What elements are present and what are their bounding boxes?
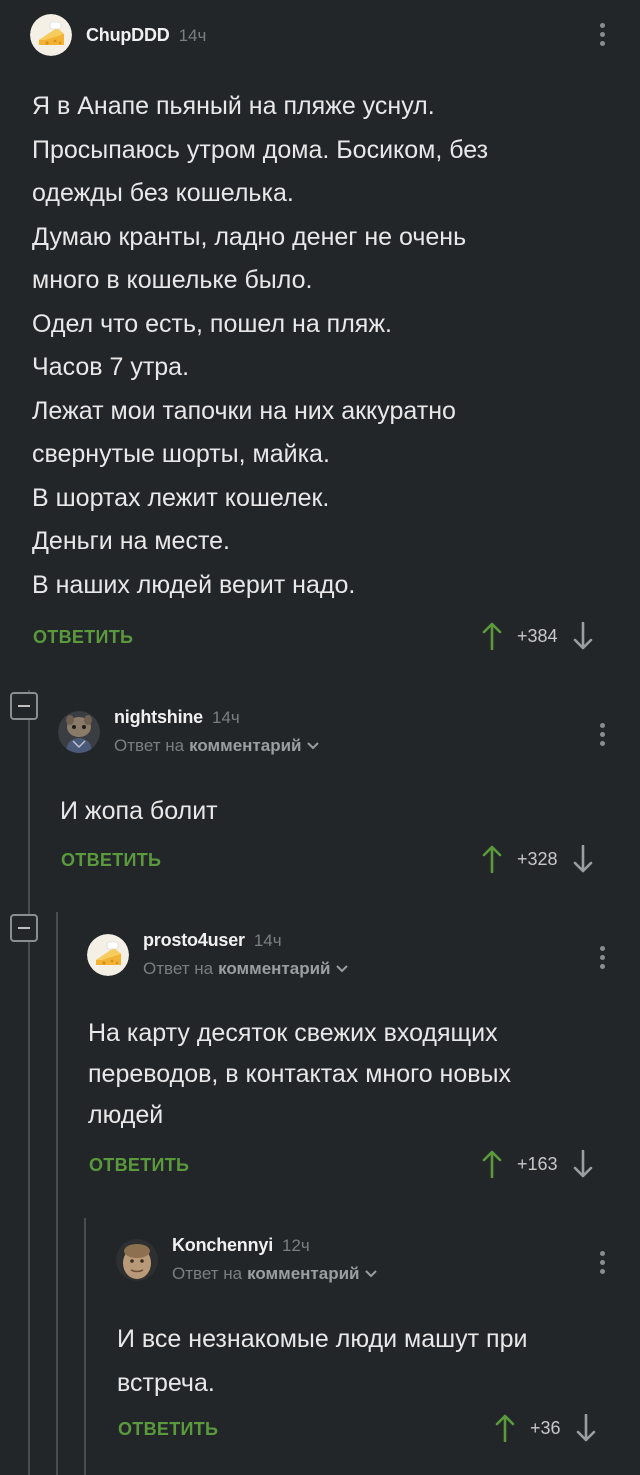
text-line: В шортах лежит кошелек. (32, 483, 330, 512)
vote-controls: +328 (481, 845, 594, 873)
comment-text: И жопа болит (60, 790, 620, 834)
upvote-arrow-icon[interactable] (481, 845, 503, 873)
rating-score: +384 (517, 625, 558, 646)
face-avatar[interactable] (116, 1238, 158, 1281)
text-line: И жопа болит (60, 797, 218, 825)
text-line: встреча. (117, 1368, 215, 1397)
text-line: Лежат мои тапочки на них аккуратно (32, 396, 456, 425)
reply-button[interactable]: ОТВЕТИТЬ (33, 627, 133, 648)
cheese-avatar[interactable] (87, 933, 129, 976)
text-line: Деньги на месте. (32, 527, 230, 555)
reply-to-link[interactable]: комментарий (247, 1264, 359, 1284)
downvote-arrow-icon[interactable] (572, 622, 594, 650)
timestamp: 14ч (178, 25, 207, 45)
text-line: На карту десяток свежих входящих (88, 1019, 498, 1047)
username[interactable]: prosto4user (143, 930, 245, 951)
reply-to-prefix: Ответ на (143, 959, 214, 978)
text-line: Часов 7 утра. (32, 353, 190, 381)
text-line: В наших людей верит надо. (32, 570, 356, 599)
thread-line-level-2 (56, 912, 58, 1475)
upvote-arrow-icon[interactable] (494, 1414, 516, 1442)
downvote-arrow-icon[interactable] (575, 1414, 597, 1442)
text-line: Я в Анапе пьяный на пляже уснул. (32, 92, 435, 120)
downvote-arrow-icon[interactable] (572, 845, 594, 873)
thread-line-level-3 (84, 1218, 86, 1475)
text-line: И все незнакомые люди машут при (117, 1325, 528, 1353)
comment-header: Konchennyi 12ч Ответ на комментарий (116, 1235, 378, 1284)
comment-text: И все незнакомые люди машут при встреча. (117, 1318, 627, 1405)
more-options-icon[interactable] (597, 1251, 607, 1278)
cheese-avatar[interactable] (30, 14, 72, 56)
text-line: свернутые шорты, майка. (32, 440, 330, 468)
reply-to-prefix: Ответ на (172, 1264, 243, 1283)
username[interactable]: nightshine (114, 707, 203, 728)
rating-score: +36 (530, 1417, 561, 1438)
upvote-arrow-icon[interactable] (481, 1150, 503, 1178)
vote-controls: +384 (481, 622, 594, 650)
collapse-thread-button[interactable] (10, 692, 38, 720)
chevron-down-icon[interactable] (336, 965, 349, 973)
reply-to-link[interactable]: комментарий (189, 736, 301, 756)
more-options-icon[interactable] (597, 23, 607, 50)
text-line: Одел что есть, пошел на пляж. (32, 309, 392, 338)
rating-score: +163 (517, 1153, 558, 1174)
text-line: переводов, в контактах много новых (88, 1060, 512, 1088)
upvote-arrow-icon[interactable] (481, 622, 503, 650)
timestamp: 14ч (212, 708, 240, 727)
text-line: одежды без кошелька. (32, 179, 294, 207)
reply-to-line: Ответ на комментарий (114, 736, 320, 756)
more-options-icon[interactable] (597, 946, 607, 973)
more-options-icon[interactable] (597, 723, 607, 750)
reply-button[interactable]: ОТВЕТИТЬ (61, 850, 161, 871)
downvote-arrow-icon[interactable] (572, 1150, 594, 1178)
reply-to-link[interactable]: комментарий (218, 959, 330, 979)
text-line: Просыпаюсь утром дома. Босиком, без (32, 135, 489, 164)
comment-header: ChupDDD 14ч (30, 14, 206, 56)
comment-text: На карту десяток свежих входящих перевод… (88, 1013, 628, 1136)
text-line: много в кошельке было. (32, 266, 313, 294)
chevron-down-icon[interactable] (365, 1270, 378, 1278)
reply-to-line: Ответ на комментарий (172, 1264, 378, 1284)
comment-meta: Konchennyi 12ч Ответ на комментарий (172, 1235, 378, 1284)
reply-to-prefix: Ответ на (114, 736, 185, 755)
comment-text: Я в Анапе пьяный на пляже уснул. Просыпа… (32, 85, 622, 607)
vote-controls: +36 (494, 1414, 597, 1442)
text-line: людей (88, 1101, 164, 1129)
comment-header: nightshine 14ч Ответ на комментарий (58, 707, 320, 756)
thread-line-level-1 (28, 690, 30, 1475)
comment-header: prosto4user 14ч Ответ на комментарий (87, 930, 349, 979)
comment-meta: ChupDDD 14ч (86, 25, 206, 46)
rating-score: +328 (517, 848, 558, 869)
timestamp: 12ч (282, 1236, 310, 1255)
comment-meta: prosto4user 14ч Ответ на комментарий (143, 930, 349, 979)
text-line: Думаю кранты, ладно денег не очень (32, 222, 467, 251)
reply-button[interactable]: ОТВЕТИТЬ (118, 1419, 218, 1440)
username[interactable]: Konchennyi (172, 1235, 273, 1256)
chevron-down-icon[interactable] (307, 742, 320, 750)
reply-button[interactable]: ОТВЕТИТЬ (89, 1155, 189, 1176)
reply-to-line: Ответ на комментарий (143, 959, 349, 979)
vote-controls: +163 (481, 1150, 594, 1178)
creature-avatar[interactable] (58, 710, 100, 753)
collapse-thread-button[interactable] (10, 914, 38, 942)
username[interactable]: ChupDDD (86, 25, 170, 46)
timestamp: 14ч (253, 931, 282, 950)
comment-meta: nightshine 14ч Ответ на комментарий (114, 707, 320, 756)
